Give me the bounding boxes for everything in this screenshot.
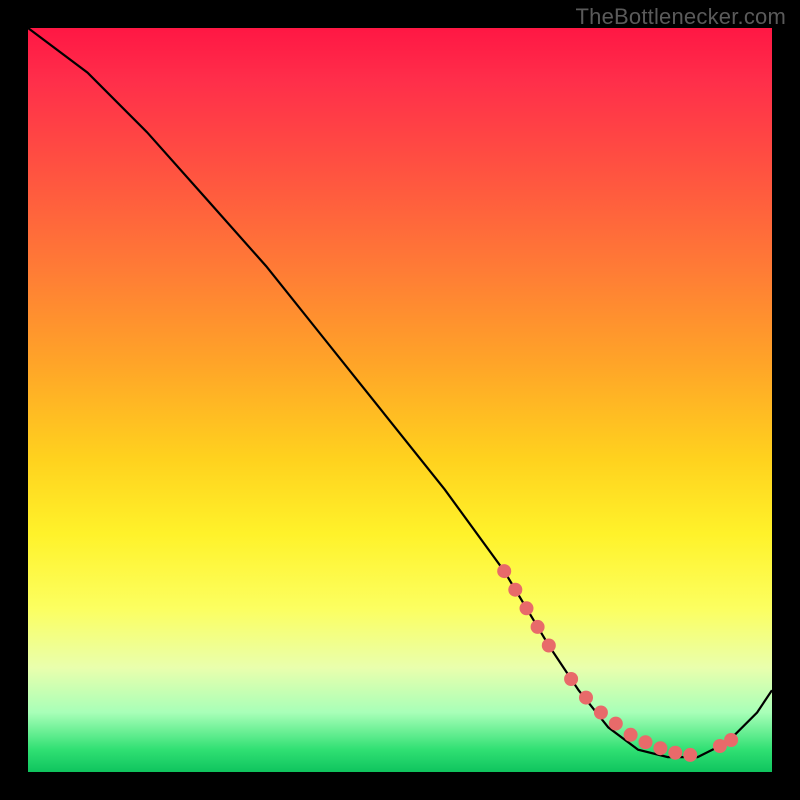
scatter-dot bbox=[683, 748, 697, 762]
scatter-dot bbox=[609, 717, 623, 731]
scatter-dot bbox=[531, 620, 545, 634]
scatter-dot bbox=[639, 735, 653, 749]
curve-line bbox=[28, 28, 772, 757]
scatter-dot bbox=[579, 691, 593, 705]
scatter-dot bbox=[653, 741, 667, 755]
scatter-dot bbox=[542, 639, 556, 653]
scatter-dot bbox=[668, 746, 682, 760]
scatter-dot bbox=[520, 601, 534, 615]
chart-frame: TheBottlenecker.com bbox=[0, 0, 800, 800]
plot-area bbox=[28, 28, 772, 772]
scatter-dot bbox=[724, 733, 738, 747]
watermark-text: TheBottlenecker.com bbox=[576, 4, 786, 30]
scatter-dot bbox=[497, 564, 511, 578]
scatter-dot bbox=[564, 672, 578, 686]
scatter-dot bbox=[594, 706, 608, 720]
scatter-dot bbox=[624, 728, 638, 742]
scatter-dots bbox=[497, 564, 738, 762]
scatter-dot bbox=[508, 583, 522, 597]
chart-svg bbox=[28, 28, 772, 772]
